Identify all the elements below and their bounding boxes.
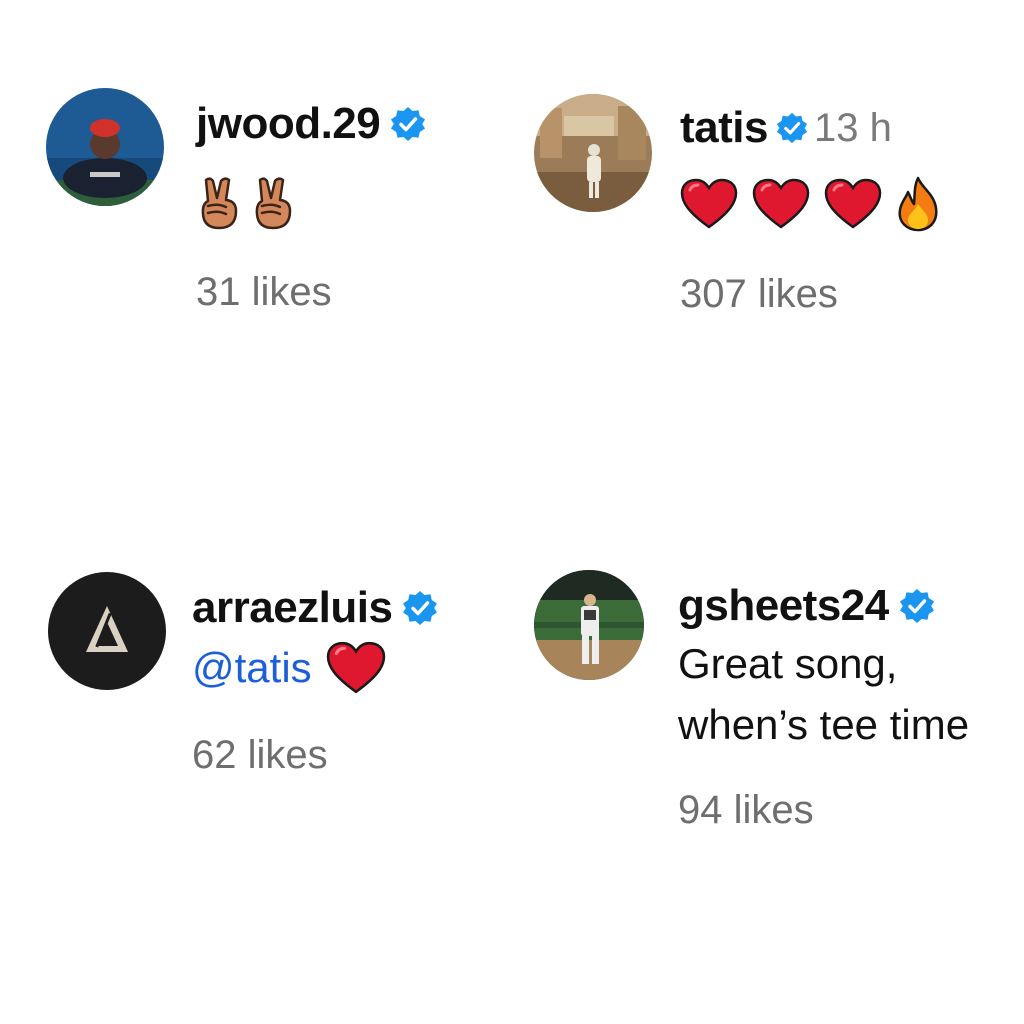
red-heart-icon [326,641,386,695]
verified-badge-icon [776,112,808,144]
red-heart-icon [680,178,738,230]
avatar[interactable] [46,88,164,206]
verified-badge-icon [390,106,426,142]
comment-text-line: when’s tee time [678,700,970,748]
comment-body: gsheets24 Great song, when’s tee time 94… [678,584,969,830]
timestamp: 13 h [813,106,892,150]
username[interactable]: arraezluis [192,586,393,630]
verified-badge-icon [402,590,438,626]
likes-count[interactable]: 94 likes [678,790,969,830]
victory-hand-icon [250,176,296,232]
comment-emoji-row [680,176,940,232]
red-heart-icon [824,178,882,230]
username[interactable]: tatis [680,106,768,150]
verified-badge-icon [899,588,935,624]
comments-grid: jwood.29 31 likes tatis 13 h 307 likes a… [0,0,1024,1024]
likes-count[interactable]: 62 likes [192,735,438,775]
mention-link[interactable]: @tatis [192,638,312,699]
username[interactable]: jwood.29 [196,102,381,146]
avatar[interactable] [534,94,652,212]
comment-text: @tatis [192,638,438,699]
fire-icon [896,176,940,232]
victory-hand-icon [196,176,242,232]
comment-header: gsheets24 [678,584,969,628]
comment-text-line: Great song, [678,640,898,687]
comment-header: arraezluis [192,586,438,630]
avatar[interactable] [534,570,644,680]
likes-count[interactable]: 31 likes [196,272,426,312]
username[interactable]: gsheets24 [678,584,889,628]
comment-emoji-row [196,176,426,232]
comment-header: jwood.29 [196,102,426,146]
comment-body: jwood.29 31 likes [196,102,426,312]
comment-header: tatis 13 h [680,106,940,150]
red-heart-icon [752,178,810,230]
avatar[interactable] [48,572,166,690]
comment-body: tatis 13 h 307 likes [680,106,940,314]
likes-count[interactable]: 307 likes [680,274,940,314]
comment-body: arraezluis @tatis 62 likes [192,586,438,775]
